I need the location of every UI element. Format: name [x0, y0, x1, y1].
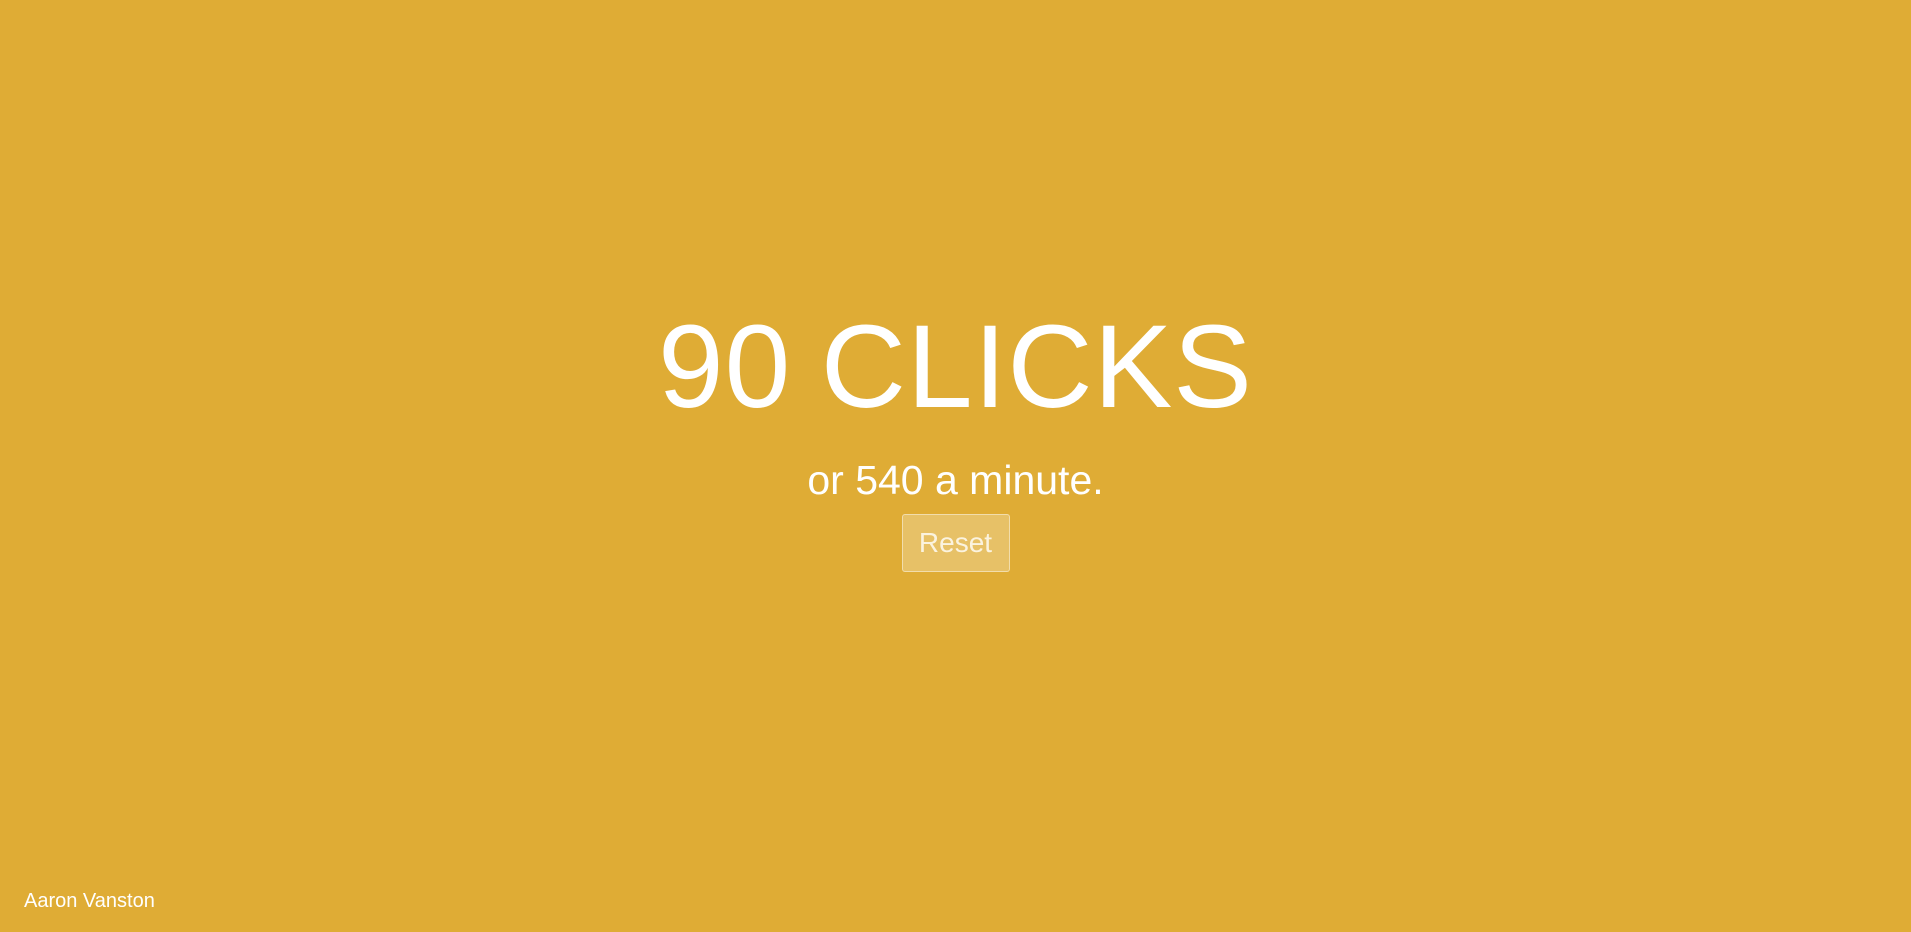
page[interactable]: 90 CLICKS or 540 a minute. Reset Aaron Va… [0, 0, 1911, 932]
author-credit: Aaron Vanston [24, 890, 155, 912]
reset-container: Reset [0, 514, 1911, 572]
clicks-label: CLICKS [820, 301, 1254, 433]
click-count: 90 [657, 301, 792, 433]
reset-button[interactable]: Reset [901, 514, 1010, 572]
click-counter: 90 CLICKS [0, 300, 1911, 435]
clicks-per-minute: or 540 a minute. [807, 457, 1104, 503]
